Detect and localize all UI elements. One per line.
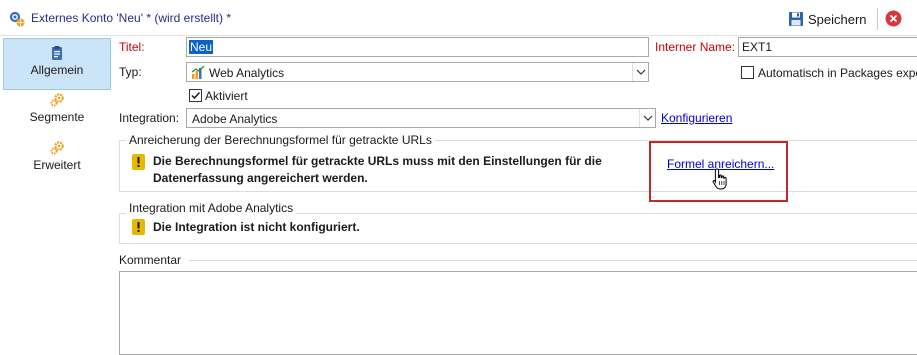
title-bar: Externes Konto 'Neu' * (wird erstellt) *…	[0, 0, 917, 36]
floppy-disk-icon	[789, 12, 803, 26]
bar-chart-icon	[191, 65, 205, 79]
sidebar: Allgemein Segmente Erweitert	[0, 36, 113, 355]
internal-name-value: EXT1	[742, 40, 773, 54]
toolbar-separator	[877, 8, 878, 30]
checkmark-icon	[191, 91, 201, 100]
integration-group-title: Integration mit Adobe Analytics	[126, 201, 297, 215]
integration-warning: Die Integration ist nicht konfiguriert.	[153, 220, 360, 234]
internal-name-input[interactable]: EXT1	[738, 37, 917, 57]
enrichment-warning-line2: Datenerfassung angereichert werden.	[153, 171, 368, 185]
enrichment-group-title: Anreicherung der Berechnungsformel für g…	[126, 133, 435, 147]
nav-item-allgemein[interactable]: Allgemein	[3, 38, 111, 90]
internal-name-label: Interner Name:	[655, 40, 736, 54]
type-dropdown-arrow[interactable]	[632, 63, 648, 81]
chevron-down-icon	[643, 115, 653, 121]
auto-export-label: Automatisch in Packages expo	[758, 66, 917, 80]
gear-globe-icon	[9, 11, 25, 27]
nav-item-label: Allgemein	[30, 63, 84, 77]
title-input[interactable]: Neu	[186, 37, 649, 57]
gears-icon	[50, 93, 64, 107]
warning-icon	[132, 219, 145, 235]
nav-item-label: Erweitert	[33, 158, 81, 172]
integration-dropdown-arrow[interactable]	[639, 109, 655, 127]
close-circle-icon[interactable]	[885, 10, 902, 27]
type-label: Typ:	[119, 65, 142, 79]
window-title: Externes Konto 'Neu' * (wird erstellt) *	[31, 11, 231, 25]
type-select[interactable]: Web Analytics	[186, 62, 649, 82]
gears-icon	[50, 141, 64, 155]
activated-checkbox[interactable]	[189, 89, 202, 102]
integration-select-value: Adobe Analytics	[192, 112, 278, 126]
enrichment-warning: Die Berechnungsformel für getrackte URLs…	[153, 153, 623, 187]
save-button[interactable]: Speichern	[784, 6, 871, 32]
nav-item-label: Segmente	[29, 110, 85, 124]
hand-cursor-icon	[712, 168, 727, 190]
type-select-value: Web Analytics	[209, 66, 285, 80]
configure-link[interactable]: Konfigurieren	[661, 111, 732, 125]
comment-divider	[189, 260, 917, 261]
activated-label: Aktiviert	[205, 89, 248, 103]
auto-export-checkbox[interactable]	[741, 66, 754, 79]
nav-item-erweitert[interactable]: Erweitert	[3, 134, 111, 186]
comment-label: Kommentar	[119, 253, 182, 267]
enrichment-warning-line1: Die Berechnungsformel für getrackte URLs…	[153, 154, 602, 168]
nav-item-segmente[interactable]: Segmente	[3, 86, 111, 138]
comment-textarea[interactable]	[119, 271, 917, 355]
save-button-label: Speichern	[808, 11, 867, 27]
warning-icon	[132, 154, 145, 170]
clipboard-icon	[52, 46, 62, 60]
title-label: Titel:	[119, 40, 145, 54]
integration-label: Integration:	[119, 111, 180, 125]
title-input-value: Neu	[189, 40, 214, 54]
integration-select[interactable]: Adobe Analytics	[186, 108, 656, 128]
chevron-down-icon	[636, 69, 646, 75]
